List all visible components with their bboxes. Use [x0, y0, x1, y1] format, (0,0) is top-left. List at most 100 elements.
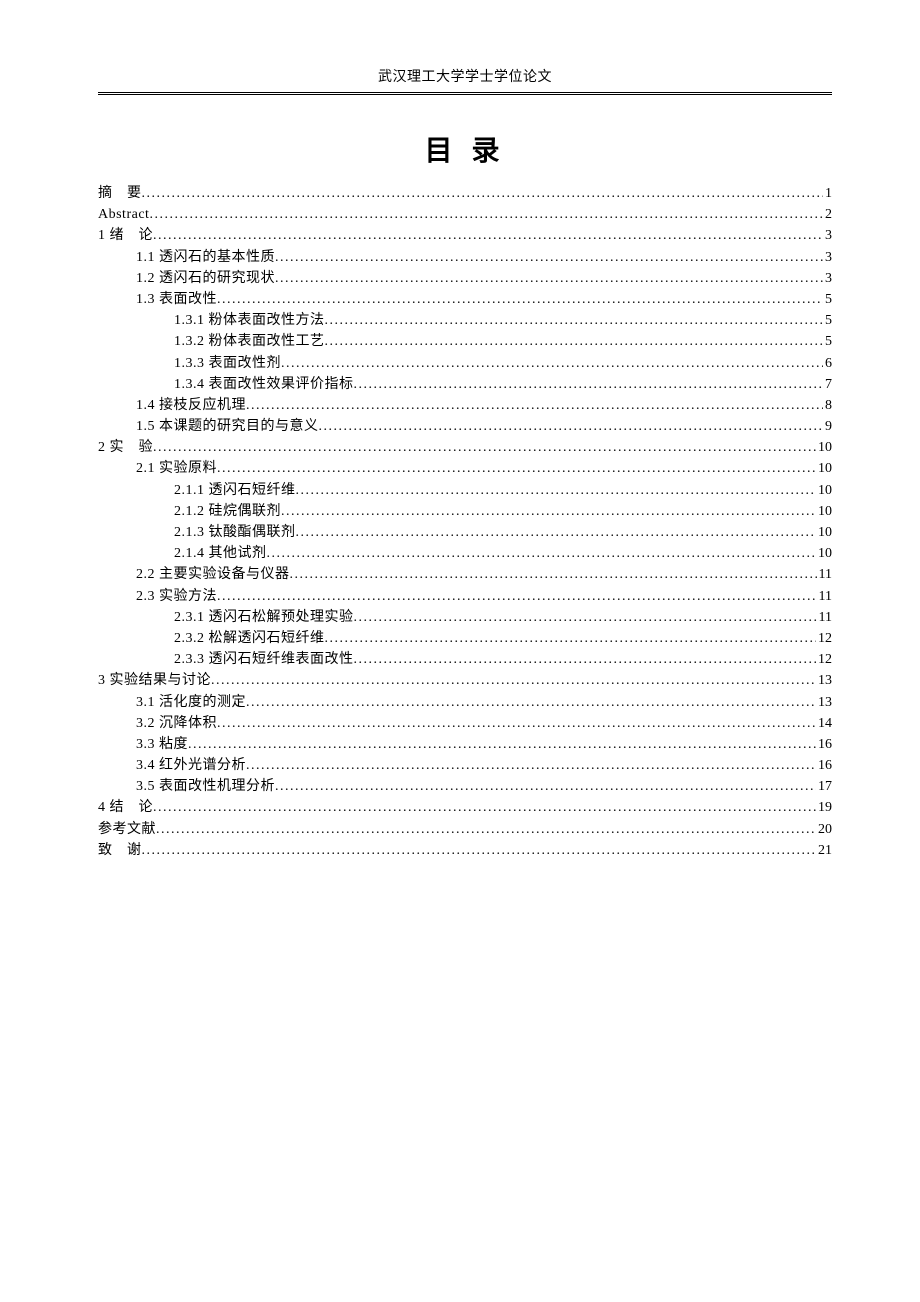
toc-entry-label: 2.3.3 透闪石短纤维表面改性 [174, 653, 354, 667]
toc-entry[interactable]: 摘 要1 [98, 187, 832, 201]
toc-entry-page: 21 [816, 844, 832, 858]
toc-entry-page: 16 [816, 759, 832, 773]
toc-entry-label: 1.4 接枝反应机理 [136, 399, 246, 413]
toc-entry-label: 参考文献 [98, 823, 156, 837]
toc-dot-leader [217, 462, 816, 476]
toc-entry[interactable]: 2.3.2 松解透闪石短纤维12 [98, 632, 832, 646]
toc-entry[interactable]: 2 实 验10 [98, 441, 832, 455]
toc-entry[interactable]: 1.3.1 粉体表面改性方法5 [98, 314, 832, 328]
toc-dot-leader [149, 208, 823, 222]
toc-entry-label: 2.1.1 透闪石短纤维 [174, 484, 296, 498]
toc-entry[interactable]: 2.3.3 透闪石短纤维表面改性12 [98, 653, 832, 667]
toc-entry-label: 2.1.3 钛酸酯偶联剂 [174, 526, 296, 540]
toc-entry-page: 1 [823, 187, 832, 201]
toc-entry[interactable]: 2.1.1 透闪石短纤维 10 [98, 484, 832, 498]
toc-entry-label: 1.2 透闪石的研究现状 [136, 272, 275, 286]
toc-dot-leader [290, 568, 817, 582]
toc-dot-leader [217, 293, 823, 307]
header-rule [98, 92, 832, 95]
toc-entry[interactable]: 1.5 本课题的研究目的与意义9 [98, 420, 832, 434]
toc-entry-page: 10 [816, 526, 832, 540]
toc-entry[interactable]: 3.5 表面改性机理分析 17 [98, 780, 832, 794]
toc-dot-leader [325, 632, 817, 646]
toc-entry-page: 10 [816, 484, 832, 498]
toc-entry[interactable]: 1.3.4 表面改性效果评价指标7 [98, 378, 832, 392]
toc-entry-page: 20 [816, 823, 832, 837]
toc-entry[interactable]: 3.3 粘度16 [98, 738, 832, 752]
toc-entry[interactable]: 3.2 沉降体积 14 [98, 717, 832, 731]
toc-dot-leader [354, 378, 824, 392]
toc-entry[interactable]: 2.3.1 透闪石松解预处理实验11 [98, 611, 832, 625]
toc-dot-leader [153, 229, 823, 243]
toc-dot-leader [296, 484, 817, 498]
toc-entry[interactable]: 1.3.3 表面改性剂 6 [98, 357, 832, 371]
toc-entry[interactable]: 3.4 红外光谱分析16 [98, 759, 832, 773]
toc-dot-leader [142, 844, 817, 858]
toc-entry-label: 2.3 实验方法 [136, 590, 217, 604]
toc-entry-page: 13 [816, 696, 832, 710]
toc-entry-page: 5 [823, 314, 832, 328]
toc-entry-label: 4 结 论 [98, 801, 153, 815]
toc-title: 目 录 [98, 129, 832, 169]
toc-entry-page: 11 [817, 568, 832, 582]
toc-entry-page: 10 [816, 505, 832, 519]
toc-dot-leader [281, 357, 823, 371]
toc-entry-page: 3 [823, 229, 832, 243]
toc-entry-page: 14 [816, 717, 832, 731]
toc-list: 摘 要1 Abstract2 1 绪 论 3 1.1 透闪石的基本性质3 1.2 透闪石的… [98, 187, 832, 858]
toc-dot-leader [142, 187, 824, 201]
toc-entry-page: 19 [816, 801, 832, 815]
toc-dot-leader [275, 272, 823, 286]
toc-entry-label: 3 实验结果与讨论 [98, 674, 211, 688]
toc-entry[interactable]: 3.1 活化度的测定 13 [98, 696, 832, 710]
toc-entry[interactable]: 2.1 实验原料10 [98, 462, 832, 476]
toc-entry-label: 2.2 主要实验设备与仪器 [136, 568, 290, 582]
toc-entry-page: 11 [817, 590, 832, 604]
toc-dot-leader [325, 314, 824, 328]
toc-entry-page: 5 [823, 293, 832, 307]
toc-entry-page: 8 [823, 399, 832, 413]
toc-entry-label: 致 谢 [98, 844, 142, 858]
toc-dot-leader [325, 335, 824, 349]
toc-entry[interactable]: 4 结 论 19 [98, 801, 832, 815]
toc-entry[interactable]: 2.1.4 其他试剂 10 [98, 547, 832, 561]
toc-entry-label: 1.3 表面改性 [136, 293, 217, 307]
toc-entry[interactable]: 参考文献 20 [98, 823, 832, 837]
toc-entry-page: 6 [823, 357, 832, 371]
toc-entry-label: 2.3.1 透闪石松解预处理实验 [174, 611, 354, 625]
toc-entry-page: 17 [816, 780, 832, 794]
toc-entry-label: 1.3.3 表面改性剂 [174, 357, 281, 371]
toc-entry-label: 1 绪 论 [98, 229, 153, 243]
toc-entry[interactable]: 1.2 透闪石的研究现状3 [98, 272, 832, 286]
toc-entry[interactable]: 致 谢 21 [98, 844, 832, 858]
toc-entry[interactable]: 1.4 接枝反应机理 8 [98, 399, 832, 413]
toc-entry[interactable]: 3 实验结果与讨论 13 [98, 674, 832, 688]
toc-entry[interactable]: 2.1.3 钛酸酯偶联剂 10 [98, 526, 832, 540]
toc-entry[interactable]: 1.3.2 粉体表面改性工艺5 [98, 335, 832, 349]
toc-dot-leader [153, 441, 816, 455]
toc-dot-leader [275, 251, 823, 265]
toc-entry[interactable]: 1.3 表面改性 5 [98, 293, 832, 307]
toc-entry[interactable]: 2.3 实验方法 11 [98, 590, 832, 604]
toc-entry-label: 3.5 表面改性机理分析 [136, 780, 275, 794]
toc-dot-leader [211, 674, 816, 688]
toc-entry-label: 2.1.4 其他试剂 [174, 547, 267, 561]
toc-entry-page: 5 [823, 335, 832, 349]
toc-entry[interactable]: 2.1.2 硅烷偶联剂 10 [98, 505, 832, 519]
toc-entry-label: 1.1 透闪石的基本性质 [136, 251, 275, 265]
toc-entry-page: 9 [823, 420, 832, 434]
toc-entry-label: 3.2 沉降体积 [136, 717, 217, 731]
toc-entry[interactable]: 1 绪 论 3 [98, 229, 832, 243]
toc-dot-leader [354, 611, 817, 625]
toc-dot-leader [354, 653, 817, 667]
toc-entry-page: 13 [816, 674, 832, 688]
toc-dot-leader [246, 399, 823, 413]
toc-dot-leader [281, 505, 816, 519]
toc-entry-label: 2.1.2 硅烷偶联剂 [174, 505, 281, 519]
toc-entry[interactable]: Abstract2 [98, 208, 832, 222]
toc-dot-leader [153, 801, 816, 815]
toc-entry-label: 3.1 活化度的测定 [136, 696, 246, 710]
toc-entry[interactable]: 2.2 主要实验设备与仪器 11 [98, 568, 832, 582]
toc-entry[interactable]: 1.1 透闪石的基本性质3 [98, 251, 832, 265]
toc-entry-page: 10 [816, 547, 832, 561]
